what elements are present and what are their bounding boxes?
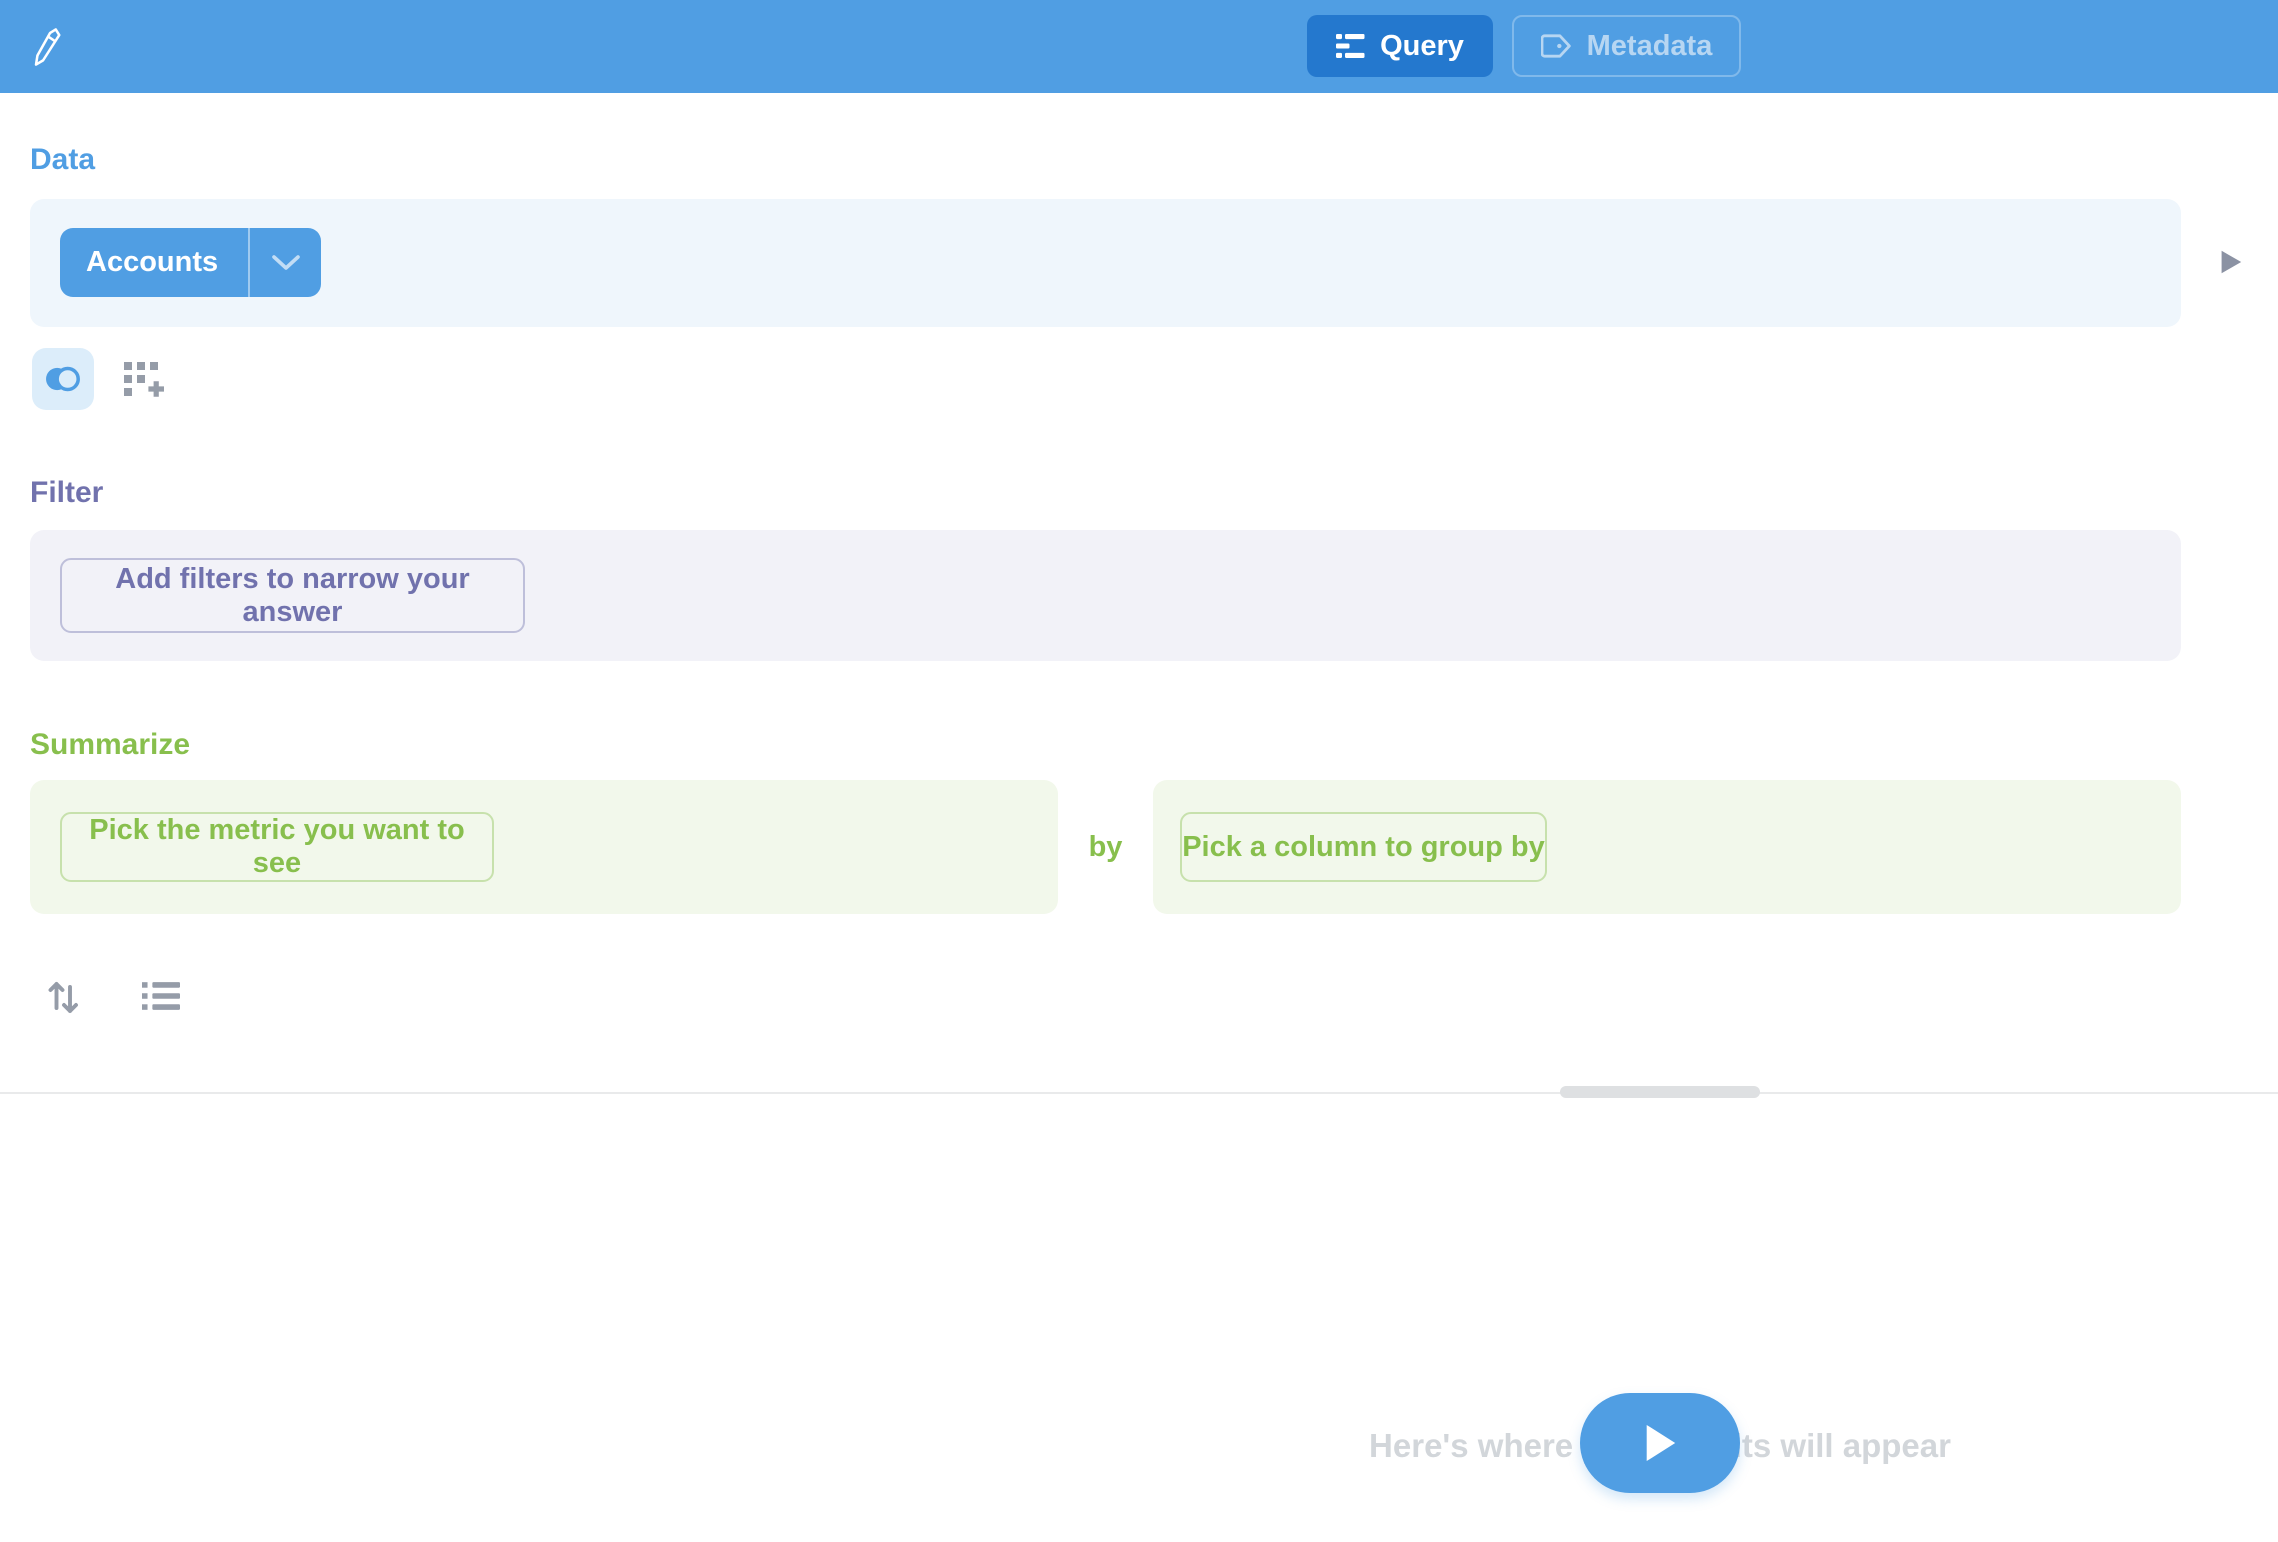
pick-group-column-button[interactable]: Pick a column to group by [1180,812,1547,882]
tab-metadata-label: Metadata [1587,30,1713,63]
editor-tabs: Query Metadata [1307,15,1741,77]
tab-query[interactable]: Query [1307,15,1493,77]
join-venn-icon [44,365,82,393]
run-query-button[interactable] [1580,1393,1740,1493]
add-filter-button[interactable]: Add filters to narrow your answer [60,558,525,633]
data-source-button[interactable]: Accounts [60,228,321,297]
custom-column-button[interactable] [124,362,166,402]
data-clause-container: Accounts [30,199,2181,327]
pencil-icon [31,28,65,66]
filter-section-label: Filter [30,476,103,510]
sort-step-button[interactable] [46,978,82,1014]
summarize-groupby-container: Pick a column to group by [1153,780,2181,914]
pane-resize-handle[interactable] [1560,1086,1760,1098]
tab-metadata[interactable]: Metadata [1512,15,1741,77]
tag-icon [1541,33,1573,59]
pick-metric-button[interactable]: Pick the metric you want to see [60,812,494,882]
add-column-grid-icon [124,362,166,402]
header-bar: Query Metadata [0,0,2278,93]
preview-step-button[interactable] [2212,246,2248,280]
join-data-button[interactable] [32,348,94,410]
chevron-down-icon [272,255,300,271]
edit-button[interactable] [30,28,66,66]
data-section-label: Data [30,143,95,177]
data-source-dropdown[interactable] [250,228,321,297]
pane-divider [0,1092,2278,1094]
summarize-section-label: Summarize [30,728,190,762]
notebook-list-icon [1336,32,1366,60]
play-icon [1641,1421,1679,1465]
sort-arrows-icon [46,978,82,1014]
play-icon [2216,248,2244,276]
by-label: by [1058,780,1153,914]
data-source-label: Accounts [60,228,248,297]
list-icon [142,980,180,1012]
row-limit-button[interactable] [142,980,180,1014]
summarize-metric-container: Pick the metric you want to see [30,780,1058,914]
filter-clause-container: Add filters to narrow your answer [30,530,2181,661]
tab-query-label: Query [1380,30,1464,63]
